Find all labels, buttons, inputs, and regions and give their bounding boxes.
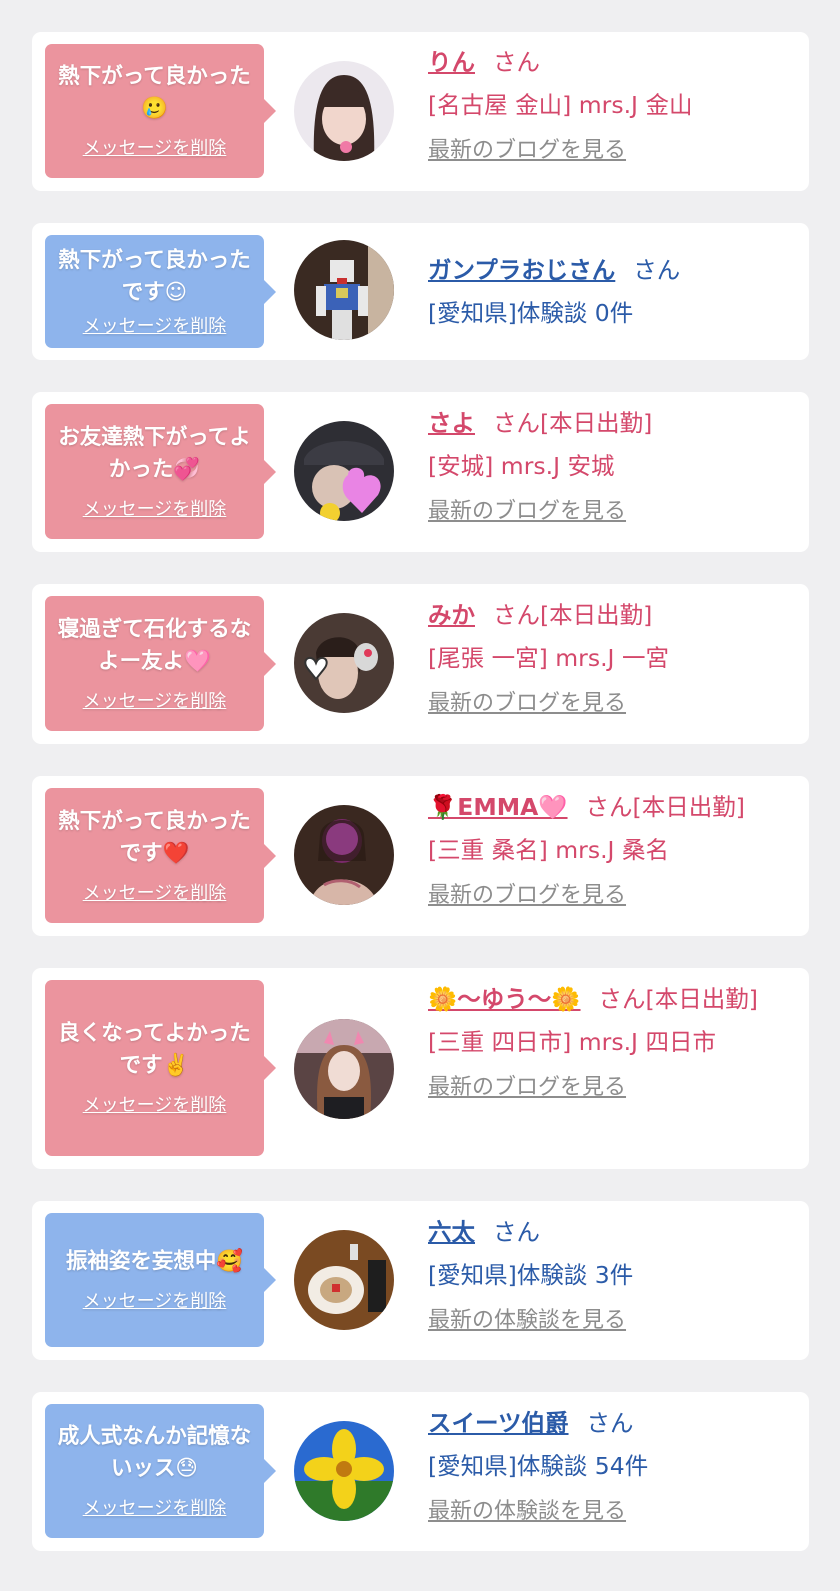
message-card: 熱下がって良かったです☺ メッセージを削除 ガンプラおじさん さん [愛知県]体験… [32, 223, 809, 360]
delete-message-link[interactable]: メッセージを削除 [83, 137, 227, 161]
message-bubble: 熱下がって良かったです❤️ メッセージを削除 [45, 788, 276, 923]
delete-message-link[interactable]: メッセージを削除 [83, 1497, 227, 1521]
name-suffix: さん[本日出勤] [493, 601, 653, 629]
avatar[interactable] [294, 61, 394, 161]
name-suffix: さん [633, 256, 681, 284]
latest-post-link[interactable]: 最新のブログを見る [428, 688, 626, 720]
profile-info: さよ さん[本日出勤] [安城] mrs.J 安城 最新のブログを見る [428, 404, 800, 528]
name-suffix: さん [493, 48, 540, 76]
message-card: 熱下がって良かった🥲 メッセージを削除 りん さん [名古屋 金山] mrs.J … [32, 32, 809, 191]
profile-name-link[interactable]: さよ [428, 409, 475, 437]
delete-message-link[interactable]: メッセージを削除 [83, 690, 227, 714]
profile-name-link[interactable]: 六太 [428, 1218, 475, 1246]
message-card: 熱下がって良かったです❤️ メッセージを削除 🌹EMMA🩷 さん[本日出勤] [三… [32, 776, 809, 936]
name-suffix: さん [493, 1218, 540, 1246]
message-text: 熱下がって良かったです❤️ [58, 808, 251, 866]
delete-message-link[interactable]: メッセージを削除 [83, 1290, 227, 1314]
latest-post-link[interactable]: 最新のブログを見る [428, 496, 626, 528]
message-text: 熱下がって良かった🥲 [58, 64, 251, 121]
message-card: 良くなってよかったです✌️ メッセージを削除 🌼〜ゆう〜🌼 さん[本日出勤] [三… [32, 968, 809, 1169]
message-text: 成人式なんか記憶ないッス😓 [57, 1424, 252, 1481]
message-text: 熱下がって良かったです☺ [58, 247, 251, 305]
message-text: 寝過ぎて石化するなよー友よ🩷 [57, 616, 252, 674]
profile-name-link[interactable]: スイーツ伯爵 [428, 1409, 569, 1437]
page: { "delete_label": "メッセージを削除", "colors": … [0, 0, 840, 1591]
message-text: 振袖姿を妄想中🥰 [65, 1249, 244, 1274]
latest-post-link[interactable]: 最新のブログを見る [428, 1072, 626, 1104]
profile-name-link[interactable]: りん [428, 48, 475, 76]
name-suffix: さん[本日出勤] [585, 793, 745, 821]
message-bubble: 成人式なんか記憶ないッス😓 メッセージを削除 [45, 1404, 276, 1538]
message-card: 振袖姿を妄想中🥰 メッセージを削除 六太 さん [愛知県]体験談 3件 最新の体験… [32, 1201, 809, 1360]
profile-name-link[interactable]: ガンプラおじさん [428, 256, 615, 284]
message-text: お友達熱下がってよかった💞 [58, 424, 251, 482]
profile-detail: [名古屋 金山] mrs.J 金山 [428, 91, 693, 119]
avatar[interactable] [294, 421, 394, 521]
profile-name-link[interactable]: 🌼〜ゆう〜🌼 [428, 985, 581, 1013]
name-suffix: さん[本日出勤] [598, 985, 758, 1013]
profile-info: 🌼〜ゆう〜🌼 さん[本日出勤] [三重 四日市] mrs.J 四日市 最新のブログ… [428, 980, 800, 1104]
message-card: お友達熱下がってよかった💞 メッセージを削除 さよ さん[本日出勤] [安城] m… [32, 392, 809, 552]
message-bubble: 寝過ぎて石化するなよー友よ🩷 メッセージを削除 [45, 596, 276, 731]
avatar[interactable] [294, 1230, 394, 1330]
profile-name-link[interactable]: 🌹EMMA🩷 [428, 793, 568, 821]
avatar[interactable] [294, 613, 394, 713]
message-text: 良くなってよかったです✌️ [58, 1021, 251, 1078]
latest-review-link[interactable]: 最新の体験談を見る [428, 1305, 626, 1337]
name-suffix: さん[本日出勤] [493, 409, 653, 437]
message-card: 成人式なんか記憶ないッス😓 メッセージを削除 スイーツ伯爵 さん [愛知県]体験談… [32, 1392, 809, 1551]
profile-detail: [愛知県]体験談 54件 [428, 1452, 649, 1480]
profile-info: 🌹EMMA🩷 さん[本日出勤] [三重 桑名] mrs.J 桑名 最新のブログを見… [428, 788, 800, 912]
profile-detail: [愛知県]体験談 0件 [428, 299, 634, 327]
message-bubble: 熱下がって良かったです☺ メッセージを削除 [45, 235, 276, 348]
profile-detail: [愛知県]体験談 3件 [428, 1261, 634, 1289]
profile-detail: [安城] mrs.J 安城 [428, 452, 615, 480]
delete-message-link[interactable]: メッセージを削除 [83, 498, 227, 522]
avatar[interactable] [294, 805, 394, 905]
profile-info: ガンプラおじさん さん [愛知県]体験談 0件 [428, 251, 800, 332]
message-card: 寝過ぎて石化するなよー友よ🩷 メッセージを削除 みか さん[本日出勤] [尾張 一… [32, 584, 809, 744]
profile-info: スイーツ伯爵 さん [愛知県]体験談 54件 最新の体験談を見る [428, 1404, 800, 1528]
latest-post-link[interactable]: 最新のブログを見る [428, 880, 626, 912]
profile-detail: [三重 四日市] mrs.J 四日市 [428, 1028, 716, 1056]
avatar[interactable] [294, 240, 394, 340]
latest-review-link[interactable]: 最新の体験談を見る [428, 1496, 626, 1528]
profile-info: 六太 さん [愛知県]体験談 3件 最新の体験談を見る [428, 1213, 800, 1337]
message-bubble: 振袖姿を妄想中🥰 メッセージを削除 [45, 1213, 276, 1347]
message-bubble: 熱下がって良かった🥲 メッセージを削除 [45, 44, 276, 178]
delete-message-link[interactable]: メッセージを削除 [83, 882, 227, 906]
avatar[interactable] [294, 1421, 394, 1521]
profile-info: りん さん [名古屋 金山] mrs.J 金山 最新のブログを見る [428, 43, 800, 167]
latest-post-link[interactable]: 最新のブログを見る [428, 135, 626, 167]
delete-message-link[interactable]: メッセージを削除 [83, 1094, 227, 1118]
name-suffix: さん [586, 1409, 634, 1437]
profile-detail: [三重 桑名] mrs.J 桑名 [428, 836, 669, 864]
message-bubble: 良くなってよかったです✌️ メッセージを削除 [45, 980, 276, 1156]
avatar[interactable] [294, 1019, 394, 1119]
profile-name-link[interactable]: みか [428, 601, 475, 629]
profile-detail: [尾張 一宮] mrs.J 一宮 [428, 644, 669, 672]
profile-info: みか さん[本日出勤] [尾張 一宮] mrs.J 一宮 最新のブログを見る [428, 596, 800, 720]
delete-message-link[interactable]: メッセージを削除 [83, 315, 227, 339]
message-bubble: お友達熱下がってよかった💞 メッセージを削除 [45, 404, 276, 539]
